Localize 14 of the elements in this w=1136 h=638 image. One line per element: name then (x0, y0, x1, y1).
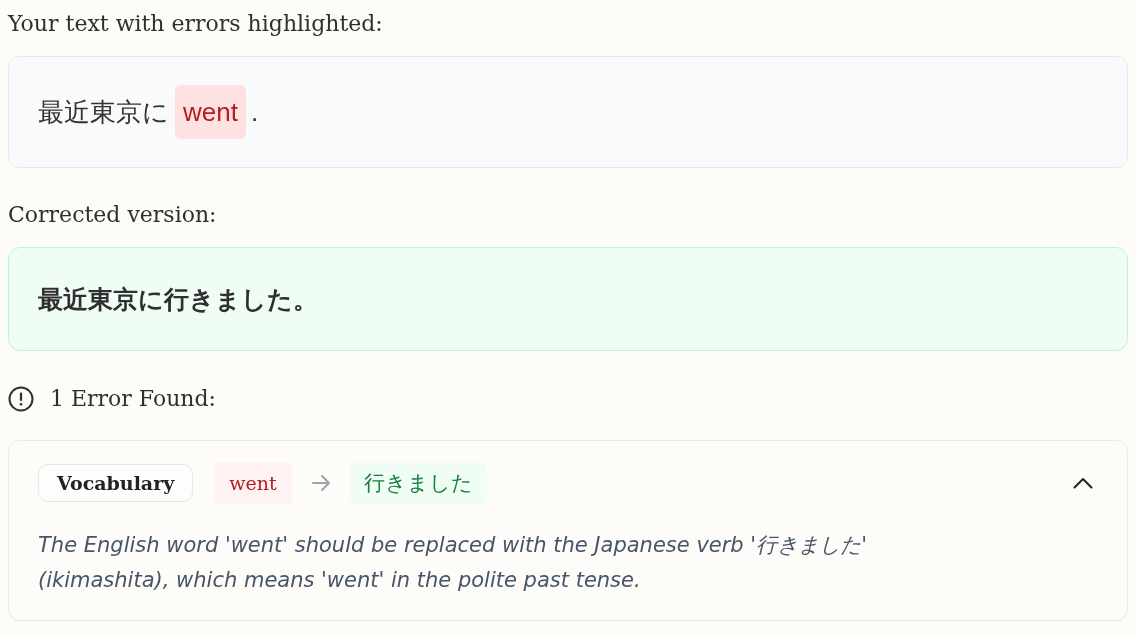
sentence-text: 最近東京に (38, 96, 169, 129)
category-tag: Vocabulary (38, 464, 194, 502)
sentence-text: . (250, 96, 259, 129)
original-word: went (214, 462, 292, 504)
error-highlight: went (175, 85, 246, 139)
section-label: Corrected version: (8, 201, 217, 229)
errors-found-heading: 1 Error Found: (50, 385, 216, 413)
chevron-up-icon[interactable] (1073, 477, 1093, 489)
section-label: Your text with errors highlighted: (8, 10, 383, 38)
corrected-text: 最近東京に行きました。 (8, 247, 1128, 351)
alert-circle-icon (8, 386, 34, 412)
corrected-word: 行きました (349, 462, 487, 504)
arrow-right-icon (309, 472, 332, 494)
error-explanation: The English word 'went' should be replaced with the Japanese verb '行きました' (ikimashita), which means 'went' in the polite past tense. (38, 532, 868, 594)
